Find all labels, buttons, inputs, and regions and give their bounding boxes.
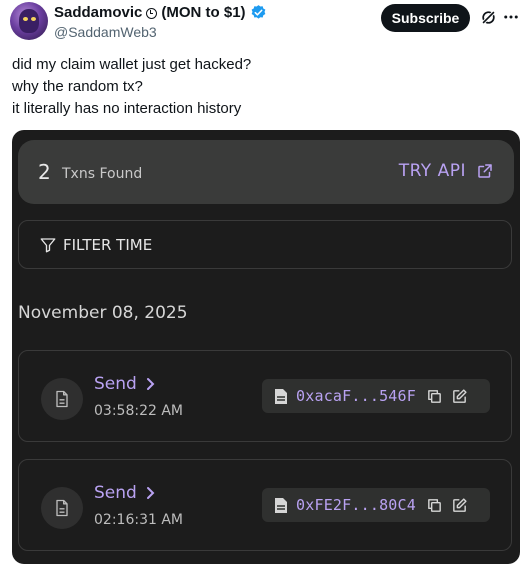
address-chip[interactable]: 0xacaF...546F — [262, 379, 490, 413]
txns-count: 2 — [38, 160, 51, 184]
tx-time: 02:16:31 AM — [94, 512, 183, 528]
txns-found-bar: 2 Txns Found TRY API — [18, 140, 514, 204]
author-name[interactable]: Saddamovic — [54, 4, 142, 21]
author-handle[interactable]: @SaddamWeb3 — [54, 24, 267, 40]
tweet-media-image[interactable]: 2 Txns Found TRY API FILTER TIME Novembe… — [12, 130, 520, 564]
tweet-line: why the random tx? — [12, 78, 143, 95]
filter-time-label: FILTER TIME — [63, 236, 153, 254]
transaction-row[interactable]: Send 03:58:22 AM 0xacaF...546F — [18, 350, 512, 442]
edit-icon[interactable] — [451, 388, 468, 405]
avatar-eye — [31, 17, 36, 21]
document-icon — [41, 487, 83, 529]
txns-found-label: Txns Found — [62, 166, 143, 182]
try-api-link[interactable]: TRY API — [399, 161, 494, 181]
copy-icon[interactable] — [426, 497, 443, 514]
file-icon — [274, 388, 288, 405]
file-icon — [274, 497, 288, 514]
external-link-icon — [476, 162, 494, 180]
date-heading: November 08, 2025 — [18, 303, 188, 323]
tx-type-link[interactable]: Send — [94, 374, 155, 394]
address-text: 0xacaF...546F — [296, 387, 416, 405]
verified-badge-icon[interactable] — [250, 4, 267, 21]
avatar[interactable] — [10, 2, 48, 40]
tx-type-link[interactable]: Send — [94, 483, 155, 503]
avatar-eye — [23, 17, 28, 21]
copy-icon[interactable] — [426, 388, 443, 405]
tweet-text: did my claim wallet just get hacked? why… — [12, 54, 251, 120]
tweet-line: did my claim wallet just get hacked? — [12, 56, 252, 73]
tx-time: 03:58:22 AM — [94, 403, 183, 419]
author-name-suffix[interactable]: (MON to $1) — [161, 4, 245, 21]
filter-funnel-icon — [39, 236, 57, 254]
address-text: 0xFE2F...80C4 — [296, 496, 416, 514]
try-api-label: TRY API — [398, 161, 466, 181]
avatar-face — [19, 9, 39, 33]
smiley-emoji-icon — [146, 8, 158, 19]
document-icon — [41, 378, 83, 420]
author-block: Saddamovic (MON to $1) @SaddamWeb3 — [54, 4, 267, 40]
edit-icon[interactable] — [451, 497, 468, 514]
more-options-icon[interactable] — [502, 8, 520, 26]
chevron-right-icon — [145, 377, 155, 391]
tx-type-label: Send — [94, 374, 137, 394]
grok-icon[interactable] — [480, 9, 497, 26]
subscribe-button[interactable]: Subscribe — [381, 4, 470, 32]
chevron-right-icon — [145, 486, 155, 500]
tweet-line: it literally has no interaction history — [12, 100, 242, 117]
transaction-row[interactable]: Send 02:16:31 AM 0xFE2F...80C4 — [18, 459, 512, 551]
tx-type-label: Send — [94, 483, 137, 503]
address-chip[interactable]: 0xFE2F...80C4 — [262, 488, 490, 522]
filter-time-button[interactable]: FILTER TIME — [18, 220, 512, 269]
